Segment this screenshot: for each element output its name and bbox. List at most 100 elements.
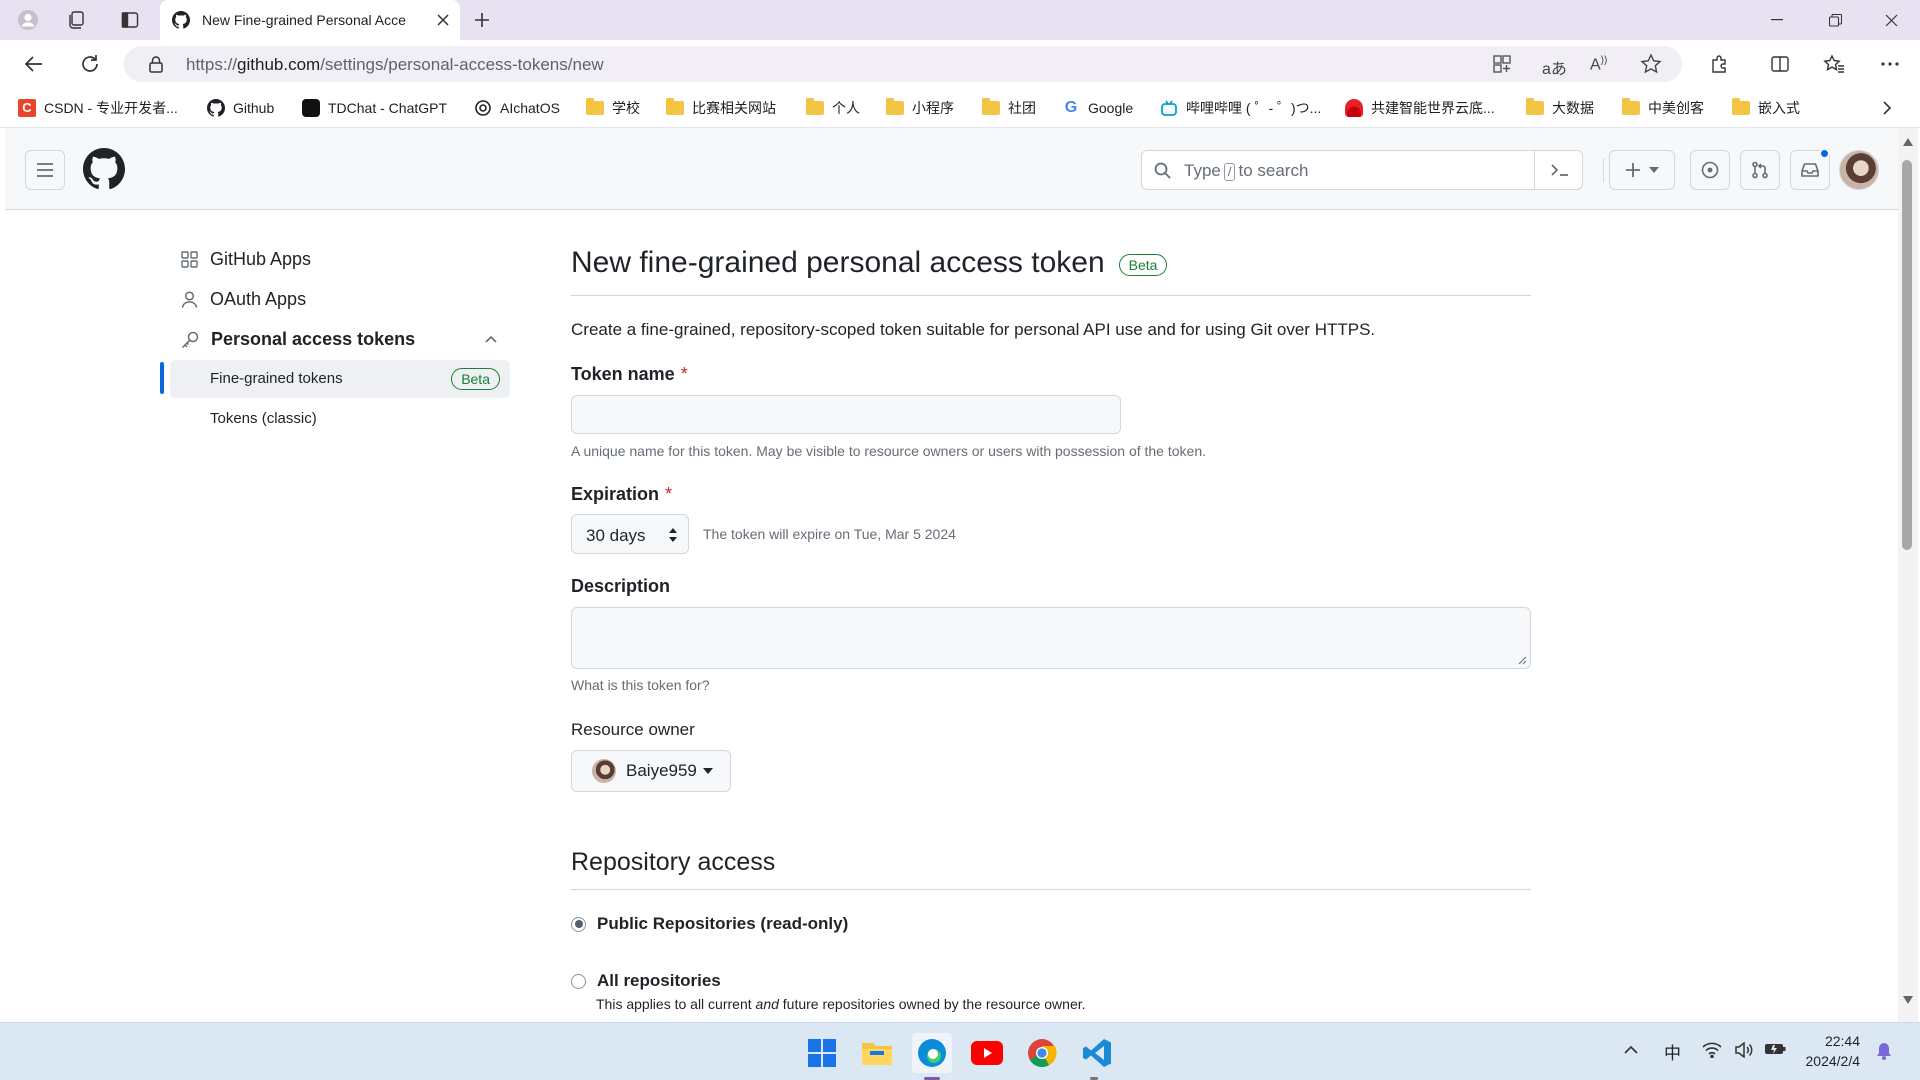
all-repositories-description: This applies to all current and future r…	[596, 996, 1086, 1012]
command-palette-icon[interactable]	[1550, 162, 1570, 178]
address-bar[interactable]: https://github.com/settings/personal-acc…	[124, 46, 1682, 82]
bookmark-folder-miniprogram[interactable]: 小程序	[886, 96, 954, 120]
url-text[interactable]: https://github.com/settings/personal-acc…	[186, 55, 604, 75]
sidebar-sub-item-tokens-classic[interactable]: Tokens (classic)	[170, 400, 510, 438]
bookmark-folder-club[interactable]: 社团	[982, 96, 1036, 120]
youtube-icon[interactable]	[967, 1033, 1007, 1073]
windows-start-icon[interactable]	[802, 1033, 842, 1073]
split-screen-icon[interactable]	[1766, 50, 1794, 78]
issues-button[interactable]	[1690, 150, 1730, 190]
tray-chevron-up-icon[interactable]	[1624, 1045, 1638, 1054]
tab-close-icon[interactable]	[436, 13, 450, 27]
description-label: Description	[571, 576, 671, 596]
hamburger-menu-icon[interactable]	[25, 150, 65, 190]
minimize-icon[interactable]	[1748, 0, 1806, 40]
caret-down-icon	[702, 768, 713, 774]
notification-dot	[1819, 148, 1830, 159]
favorite-star-icon[interactable]	[1640, 53, 1662, 75]
google-icon: G	[1064, 99, 1078, 116]
bookmark-folder-personal[interactable]: 个人	[806, 96, 860, 120]
bookmark-bilibili[interactable]: 哔哩哔哩 ( ゜- ゜)つ...	[1160, 96, 1321, 120]
taskbar-clock[interactable]: 22:44 2024/2/4	[1796, 1031, 1861, 1071]
notification-bell-icon[interactable]	[1876, 1042, 1892, 1060]
sidebar-item-personal-access-tokens[interactable]: Personal access tokens	[181, 329, 415, 350]
browser-title-bar: New Fine-grained Personal Acce	[0, 0, 1920, 40]
token-name-input[interactable]	[571, 395, 1121, 434]
sidebar-sub-item-fine-grained[interactable]: Fine-grained tokens Beta	[170, 360, 510, 398]
radio-checked[interactable]	[571, 916, 586, 932]
bookmark-huawei[interactable]: 共建智能世界云底...	[1345, 96, 1495, 120]
scrollbar-thumb[interactable]	[1902, 160, 1912, 550]
vertical-tabs-icon[interactable]	[116, 6, 144, 34]
favorites-icon[interactable]	[1820, 50, 1848, 78]
scroll-up-icon[interactable]	[1903, 138, 1913, 146]
expiration-note: The token will expire on Tue, Mar 5 2024	[703, 526, 956, 542]
resize-handle-icon[interactable]	[1518, 656, 1527, 665]
new-tab-icon[interactable]	[468, 6, 496, 34]
openai-icon	[474, 99, 492, 117]
token-name-note: A unique name for this token. May be vis…	[571, 443, 1206, 459]
intro-text: Create a fine-grained, repository-scoped…	[571, 320, 1376, 339]
pull-requests-button[interactable]	[1740, 150, 1780, 190]
caret-down-icon	[1649, 167, 1659, 173]
profile-icon[interactable]	[14, 6, 42, 34]
bookmark-folder-school[interactable]: 学校	[586, 96, 640, 120]
edge-browser-icon[interactable]	[912, 1033, 952, 1073]
sidebar-item-oauth-apps[interactable]: OAuth Apps	[181, 289, 306, 310]
bookmark-aichatos[interactable]: AIchatOS	[474, 96, 560, 120]
volume-icon[interactable]	[1734, 1042, 1754, 1058]
bookmark-folder-maker[interactable]: 中美创客	[1622, 96, 1704, 120]
bookmark-folder-competition[interactable]: 比赛相关网站	[666, 96, 776, 120]
bookmark-csdn[interactable]: C CSDN - 专业开发者...	[18, 96, 178, 120]
plus-icon	[1625, 162, 1641, 178]
lock-icon[interactable]	[148, 55, 164, 73]
windows-taskbar: 中 22:44 2024/2/4	[0, 1022, 1920, 1080]
bookmark-folder-bigdata[interactable]: 大数据	[1526, 96, 1594, 120]
bookmark-google[interactable]: G Google	[1062, 96, 1133, 120]
radio-unchecked[interactable]	[571, 973, 586, 989]
chatgpt-icon	[302, 99, 320, 117]
refresh-icon[interactable]	[76, 50, 104, 78]
address-toolbar: https://github.com/settings/personal-acc…	[0, 40, 1920, 88]
scroll-down-icon[interactable]	[1903, 996, 1913, 1004]
page-scrollbar[interactable]	[1898, 128, 1918, 1022]
wifi-icon[interactable]	[1702, 1042, 1722, 1058]
battery-icon[interactable]	[1764, 1042, 1786, 1056]
description-textarea[interactable]	[571, 607, 1531, 669]
search-input[interactable]: Type / to search	[1141, 150, 1583, 190]
restore-icon[interactable]	[1806, 0, 1864, 40]
translate-icon[interactable]: aあ	[1542, 55, 1567, 79]
extensions-icon[interactable]	[1705, 50, 1733, 78]
avatar[interactable]	[1839, 150, 1879, 190]
back-icon[interactable]	[20, 50, 48, 78]
expiration-select[interactable]: 30 days	[571, 514, 689, 554]
github-logo-icon[interactable]	[83, 148, 125, 190]
bookmark-folder-embedded[interactable]: 嵌入式	[1732, 96, 1800, 120]
chevron-up-icon[interactable]	[485, 335, 497, 343]
bookmark-tdchat[interactable]: TDChat - ChatGPT	[302, 96, 447, 120]
radio-all-repositories[interactable]: All repositories	[571, 971, 721, 991]
page-heading: New fine-grained personal access token B…	[571, 246, 1168, 280]
chrome-icon[interactable]	[1022, 1033, 1062, 1073]
close-window-icon[interactable]	[1862, 0, 1920, 40]
app-available-icon[interactable]	[1492, 54, 1512, 74]
token-name-label: Token name *	[571, 364, 688, 384]
tab-active[interactable]: New Fine-grained Personal Acce	[160, 0, 460, 40]
collections-icon[interactable]	[62, 6, 90, 34]
bookmarks-overflow-icon[interactable]	[1882, 96, 1892, 120]
inbox-icon	[1801, 162, 1819, 178]
ime-indicator[interactable]: 中	[1664, 1039, 1681, 1064]
github-icon	[207, 99, 225, 117]
folder-icon	[1622, 98, 1640, 115]
sidebar-item-github-apps[interactable]: GitHub Apps	[181, 249, 311, 270]
bookmark-github[interactable]: Github	[207, 96, 274, 120]
vscode-icon[interactable]	[1077, 1033, 1117, 1073]
tab-title: New Fine-grained Personal Acce	[202, 12, 406, 28]
read-aloud-icon[interactable]: A))	[1590, 55, 1607, 74]
more-menu-icon[interactable]	[1876, 50, 1904, 78]
resource-owner-button[interactable]: Baiye959	[571, 750, 731, 792]
file-explorer-icon[interactable]	[857, 1033, 897, 1073]
create-new-button[interactable]	[1609, 150, 1675, 190]
person-icon	[181, 291, 198, 308]
radio-public-repositories[interactable]: Public Repositories (read-only)	[571, 914, 848, 934]
